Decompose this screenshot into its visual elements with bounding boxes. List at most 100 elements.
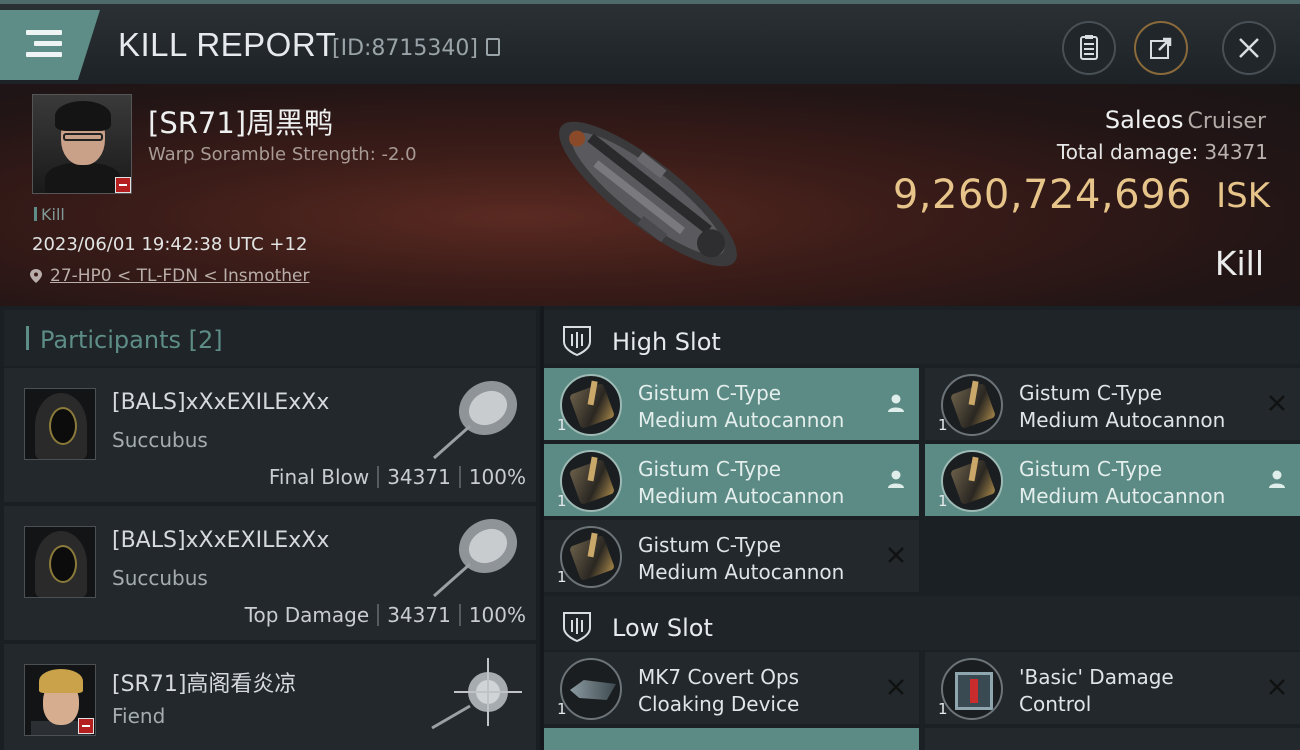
close-icon xyxy=(1239,38,1259,58)
participant-row[interactable]: [BALS]xXxEXILExXx Succubus Top Damage 343… xyxy=(4,506,536,640)
participant-name: [SR71]高阁看炎凉 xyxy=(112,672,297,697)
destroyed-x-icon xyxy=(1269,395,1285,411)
kill-tag: Kill xyxy=(34,205,65,224)
module-slot-partial[interactable] xyxy=(925,728,1300,750)
location-link[interactable]: 27-HP0 < TL-FDN < Insmother xyxy=(50,266,310,286)
module-name: Gistum C-Type Medium Autocannon xyxy=(638,533,845,584)
participant-damage: 34371 xyxy=(387,603,451,627)
share-icon xyxy=(1150,37,1172,59)
autocannon-icon xyxy=(941,450,1003,512)
kill-timestamp: 2023/06/01 19:42:38 UTC +12 xyxy=(32,234,308,255)
pilot-icon xyxy=(1269,470,1285,488)
kill-id: [ID:8715340] xyxy=(332,36,478,61)
page-title: KILL REPORT xyxy=(118,26,337,63)
menu-button[interactable] xyxy=(0,10,100,80)
low-slot-label: Low Slot xyxy=(612,614,713,642)
participant-name: [BALS]xXxEXILExXx xyxy=(112,528,330,553)
autocannon-icon xyxy=(560,374,622,436)
module-name: 'Basic' Damage Control xyxy=(1019,665,1174,716)
ship-name-text: Saleos xyxy=(1104,106,1184,134)
participant-ship: Succubus xyxy=(112,428,208,452)
pilot-icon xyxy=(888,394,904,412)
module-name: Gistum C-Type Medium Autocannon xyxy=(638,457,845,508)
autocannon-icon xyxy=(560,526,622,588)
low-slot-header: Low Slot xyxy=(544,596,1300,650)
pilot-icon xyxy=(888,470,904,488)
high-slot-label: High Slot xyxy=(612,328,721,356)
cloaking-device-icon xyxy=(560,658,622,720)
module-slot[interactable]: 1 MK7 Covert Ops Cloaking Device xyxy=(544,652,919,724)
total-damage: Total damage: 34371 xyxy=(1057,140,1268,164)
participant-percent: 100% xyxy=(468,465,526,489)
close-button[interactable] xyxy=(1222,21,1276,75)
module-name: Gistum C-Type Medium Autocannon xyxy=(1019,457,1226,508)
hostile-badge-icon xyxy=(115,177,131,193)
ship-class-text: Cruiser xyxy=(1187,109,1266,134)
clipboard-button[interactable] xyxy=(1062,21,1116,75)
participant-name: [BALS]xXxEXILExXx xyxy=(112,390,330,415)
module-quantity: 1 xyxy=(557,568,567,586)
module-name: Gistum C-Type Medium Autocannon xyxy=(638,381,845,432)
participants-title: Participants [2] xyxy=(40,326,223,354)
hostile-badge-icon xyxy=(78,718,94,734)
menu-icon xyxy=(26,30,62,63)
module-quantity: 1 xyxy=(557,492,567,510)
module-quantity: 1 xyxy=(557,416,567,434)
isk-value: 9,260,724,696 xyxy=(892,172,1192,218)
participant-ship-image xyxy=(433,518,518,598)
module-name: MK7 Covert Ops Cloaking Device xyxy=(638,665,800,716)
autocannon-icon xyxy=(560,450,622,512)
module-slot[interactable]: 1 Gistum C-Type Medium Autocannon xyxy=(544,520,919,592)
participant-row[interactable]: [BALS]xXxEXILExXx Succubus Final Blow 343… xyxy=(4,368,536,502)
participants-header: Participants [2] xyxy=(4,310,536,366)
participant-row[interactable]: [SR71]高阁看炎凉 Fiend xyxy=(4,644,536,750)
high-slot-header: High Slot xyxy=(544,310,1300,364)
module-slot[interactable]: 1 Gistum C-Type Medium Autocannon xyxy=(544,444,919,516)
location-pin-icon xyxy=(30,269,42,283)
participant-damage: 34371 xyxy=(387,465,451,489)
result-label: Kill xyxy=(1214,244,1264,283)
kill-location[interactable]: 27-HP0 < TL-FDN < Insmother xyxy=(30,266,310,286)
module-quantity: 1 xyxy=(557,700,567,718)
module-quantity: 1 xyxy=(938,700,948,718)
victim-banner: [SR71]周黑鸭 Warp Soramble Strength: -2.0 K… xyxy=(0,84,1300,306)
destroyed-x-icon xyxy=(888,679,904,695)
participant-ship: Succubus xyxy=(112,566,208,590)
top-bar: KILL REPORT [ID:8715340] xyxy=(0,0,1300,84)
share-button[interactable] xyxy=(1134,21,1188,75)
module-slot-partial[interactable] xyxy=(544,728,919,750)
victim-ship-name: Saleos Cruiser xyxy=(1105,106,1266,134)
module-slot[interactable]: 1 'Basic' Damage Control xyxy=(925,652,1300,724)
shield-slot-icon xyxy=(563,612,591,643)
participant-percent: 100% xyxy=(468,603,526,627)
participant-ship: Fiend xyxy=(112,704,166,728)
module-slot[interactable]: 1 Gistum C-Type Medium Autocannon xyxy=(925,444,1300,516)
copy-icon[interactable] xyxy=(486,38,500,56)
module-slot[interactable]: 1 Gistum C-Type Medium Autocannon xyxy=(925,368,1300,440)
shield-slot-icon xyxy=(563,326,591,357)
participant-stats: Top Damage 34371 100% xyxy=(245,603,526,627)
total-damage-value: 34371 xyxy=(1204,140,1268,164)
autocannon-icon xyxy=(941,374,1003,436)
victim-name: [SR71]周黑鸭 xyxy=(148,106,334,140)
clipboard-icon xyxy=(1080,35,1098,60)
participant-avatar xyxy=(24,526,96,598)
participant-role: Final Blow xyxy=(268,465,370,489)
destroyed-x-icon xyxy=(1269,679,1285,695)
total-damage-label: Total damage: xyxy=(1056,140,1199,164)
module-slot[interactable]: 1 Gistum C-Type Medium Autocannon xyxy=(544,368,919,440)
fitting-panel: High Slot 1 Gistum C-Type Medium Autocann… xyxy=(544,306,1300,750)
module-name: Gistum C-Type Medium Autocannon xyxy=(1019,381,1226,432)
participants-panel: Participants [2] [BALS]xXxEXILExXx Succu… xyxy=(0,306,540,750)
participant-ship-image xyxy=(433,380,518,460)
module-quantity: 1 xyxy=(938,492,948,510)
module-quantity: 1 xyxy=(938,416,948,434)
participant-avatar xyxy=(24,388,96,460)
isk-unit: ISK xyxy=(1216,176,1270,216)
participant-stats: Final Blow 34371 100% xyxy=(269,465,526,489)
victim-subtitle: Warp Soramble Strength: -2.0 xyxy=(148,144,417,165)
participant-ship-image xyxy=(431,658,522,730)
destroyed-x-icon xyxy=(888,547,904,563)
participant-role: Top Damage xyxy=(244,603,370,627)
damage-control-icon xyxy=(941,658,1003,720)
